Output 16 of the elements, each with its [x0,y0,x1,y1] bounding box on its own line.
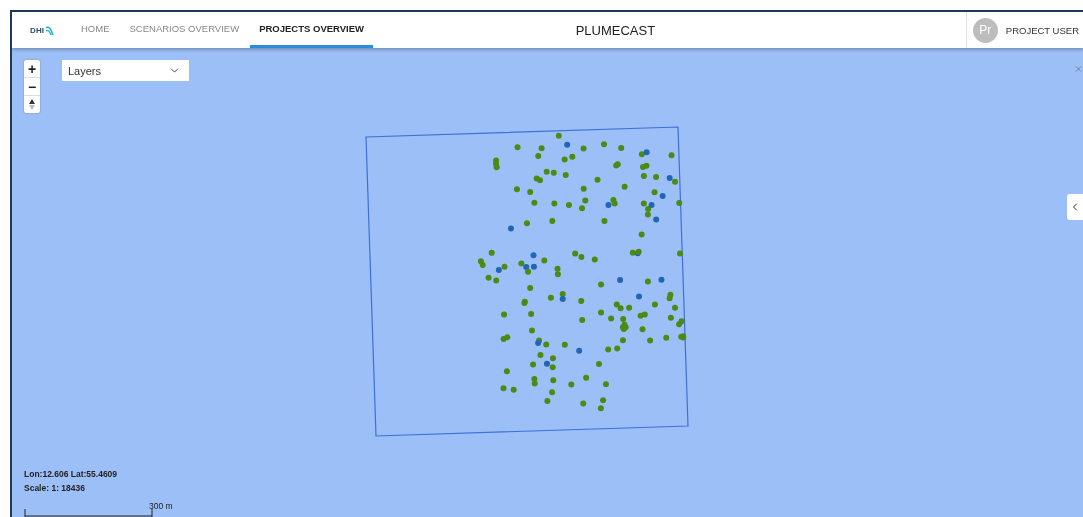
app-title: PLUMECAST [574,21,657,40]
zoom-out-button[interactable]: − [24,78,40,96]
coordinates-text: Lon:12.606 Lat:55.4609 [24,469,118,479]
compass-icon[interactable] [29,99,35,110]
scale-bar-label: 300 m [149,501,173,511]
panel-toggle-button[interactable] [1067,194,1083,220]
map-area[interactable]: + − Layers Lon:12.606 Lat:55.4609 Scale: 1: 18436 300 m [12,48,1083,517]
logo-text: DHI [30,25,44,35]
layers-dropdown[interactable]: Layers [62,60,189,81]
nav-tab[interactable]: SCENARIOS OVERVIEW [120,12,249,48]
nav-tab[interactable]: HOME [72,12,119,48]
scale-text: Scale: 1: 18436 [24,483,86,493]
wave-logo-icon [44,24,54,36]
user-name[interactable]: PROJECT USER [1005,24,1079,36]
zoom-in-button[interactable]: + [24,60,40,78]
scale-bar-icon [24,509,154,517]
